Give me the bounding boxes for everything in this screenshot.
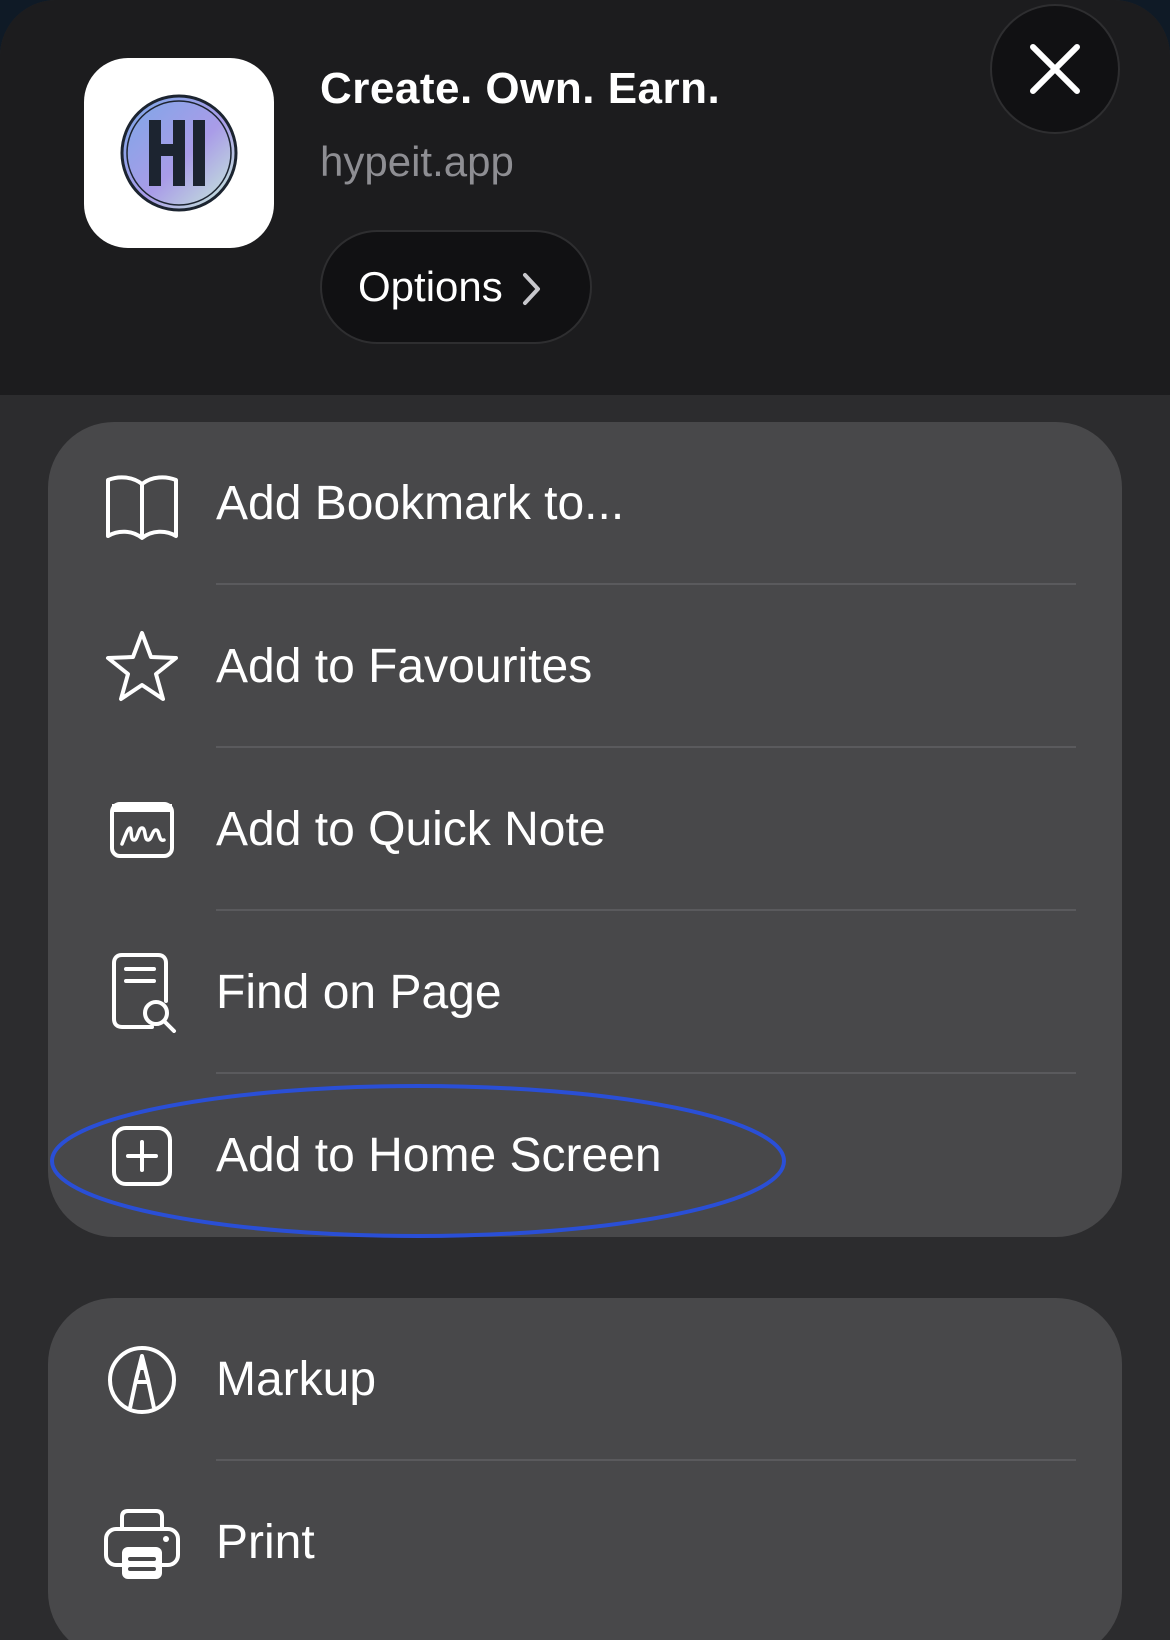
page-domain: hypeit.app [320,138,514,185]
menu-item-label: Markup [216,1353,377,1406]
star-icon [106,631,178,701]
menu-item-add-to-favourites[interactable]: Add to Favourites [48,585,1122,748]
options-button[interactable]: Options [320,230,592,344]
menu-group-primary: Add Bookmark to... Add to Favourites Add… [48,422,1122,1237]
close-icon [1030,44,1080,94]
close-button[interactable] [990,4,1120,134]
add-square-icon [112,1126,172,1186]
share-sheet-header: Create. Own. Earn. hypeit.app Options [0,0,1170,395]
menu-item-add-to-quick-note[interactable]: Add to Quick Note [48,748,1122,911]
menu-item-find-on-page[interactable]: Find on Page [48,911,1122,1074]
hypeit-logo-icon [84,58,274,248]
page-title: Create. Own. Earn. [320,64,721,113]
menu-item-label: Add Bookmark to... [216,477,625,530]
menu-item-label: Print [216,1516,315,1569]
chevron-right-icon [522,273,540,305]
printer-icon [104,1509,180,1579]
markup-pen-icon [108,1346,176,1414]
menu-group-secondary: Markup Print [48,1298,1122,1640]
menu-item-label: Add to Favourites [216,640,593,693]
quick-note-icon [110,802,174,858]
share-sheet: Create. Own. Earn. hypeit.app Options Ad… [0,0,1170,1640]
menu-item-markup[interactable]: Markup [48,1298,1122,1461]
menu-item-label: Add to Home Screen [216,1129,662,1182]
book-icon [106,475,178,540]
menu-item-add-to-home-screen[interactable]: Add to Home Screen [48,1074,1122,1237]
options-label: Options [358,263,503,310]
menu-item-label: Add to Quick Note [216,803,606,856]
menu-item-add-bookmark[interactable]: Add Bookmark to... [48,422,1122,585]
find-on-page-icon [112,953,176,1033]
menu-item-print[interactable]: Print [48,1461,1122,1624]
menu-item-label: Find on Page [216,966,502,1019]
